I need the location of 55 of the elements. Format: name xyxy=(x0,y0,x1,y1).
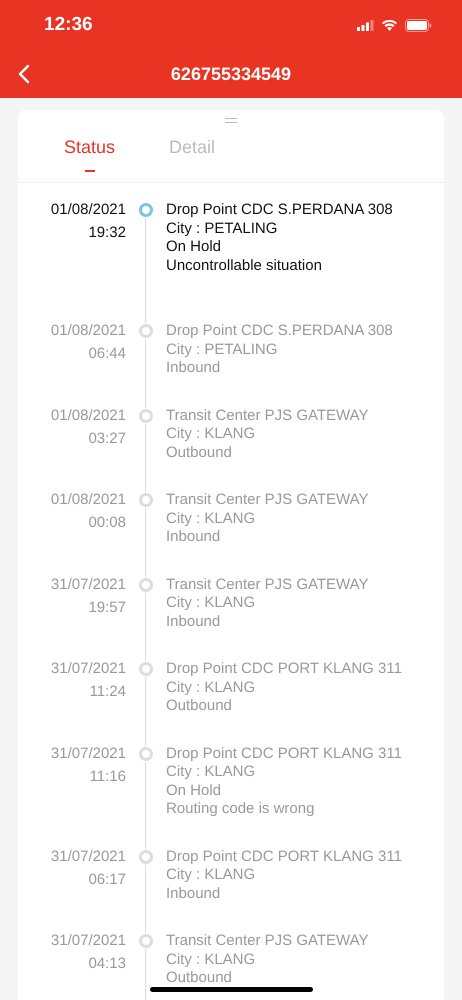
event-date: 01/08/2021 xyxy=(50,490,126,510)
event-text: City : KLANG xyxy=(166,950,256,969)
event-text: On Hold xyxy=(166,782,222,800)
event-text: City : PETALING xyxy=(166,340,278,359)
status-time: 12:36 xyxy=(44,14,93,36)
drag-handle-icon[interactable] xyxy=(225,118,237,123)
event-text: Transit Center PJS GATEWAY xyxy=(166,406,369,425)
event-date: 31/07/2021 xyxy=(50,574,126,594)
event-text: Outbound xyxy=(166,444,233,462)
event-text: Drop Point CDC PORT KLANG 311 xyxy=(166,744,402,763)
event-time: 11:24 xyxy=(90,682,126,702)
event-text: Drop Point CDC PORT KLANG 311 xyxy=(166,848,402,866)
event-time: 03:27 xyxy=(88,428,126,448)
event-text: Transit Center PJS GATEWAY xyxy=(166,491,369,510)
event-time: 11:16 xyxy=(90,766,126,786)
event-text: City : KLANG xyxy=(166,678,256,697)
event-text: Drop Point CDC S.PERDANA 308 xyxy=(166,322,393,340)
event-text: Uncontrollable situation xyxy=(166,256,323,275)
event-text: City : KLANG xyxy=(166,866,256,884)
event-text: City : KLANG xyxy=(166,763,256,782)
battery-icon xyxy=(405,18,432,32)
event-date: 31/07/2021 xyxy=(50,744,126,764)
event-text: Routing code is wrong xyxy=(166,800,316,818)
event-text: City : KLANG xyxy=(166,510,256,528)
event-date: 01/08/2021 xyxy=(50,321,126,341)
wifi-icon xyxy=(381,19,398,31)
event-date: 31/07/2021 xyxy=(50,931,126,951)
event-text: City : KLANG xyxy=(166,425,256,444)
signal-icon xyxy=(357,20,374,30)
event-time: 00:08 xyxy=(88,513,126,533)
event-text: Drop Point CDC S.PERDANA 308 xyxy=(166,201,393,220)
event-text: Outbound xyxy=(166,697,233,716)
event-text: On Hold xyxy=(166,238,222,256)
event-text: Inbound xyxy=(166,359,222,378)
event-date: 01/08/2021 xyxy=(50,406,126,426)
event-time: 19:32 xyxy=(88,223,126,243)
event-date: 31/07/2021 xyxy=(50,659,126,679)
event-time: 19:57 xyxy=(88,598,126,618)
back-icon[interactable] xyxy=(18,64,30,84)
event-date: 01/08/2021 xyxy=(50,200,126,220)
event-text: Inbound xyxy=(166,612,222,631)
event-text: Transit Center PJS GATEWAY xyxy=(166,932,369,950)
event-text: City : KLANG xyxy=(166,594,256,612)
event-date: 31/07/2021 xyxy=(50,846,126,866)
event-time: 04:13 xyxy=(88,954,126,974)
event-text: Drop Point CDC PORT KLANG 311 xyxy=(166,660,402,678)
tab[interactable]: Status xyxy=(64,123,116,182)
event-time: 06:17 xyxy=(88,870,126,890)
event-text: Outbound xyxy=(166,969,233,988)
event-time: 06:44 xyxy=(88,344,126,364)
event-text: Inbound xyxy=(166,528,222,546)
page-title: 626755334549 xyxy=(170,64,292,84)
event-text: Inbound xyxy=(166,884,222,903)
event-text: Transit Center PJS GATEWAY xyxy=(166,576,369,594)
event-text: City : PETALING xyxy=(166,220,278,238)
